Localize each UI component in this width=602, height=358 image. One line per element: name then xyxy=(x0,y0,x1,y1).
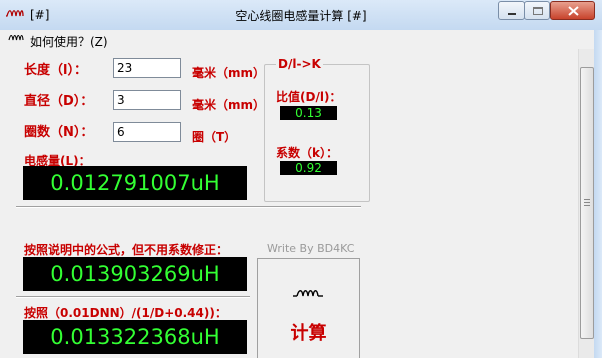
turns-input[interactable] xyxy=(113,122,181,142)
alt-display: 0.013322368uH xyxy=(23,320,247,354)
divider-top xyxy=(16,206,361,208)
divider-bottom xyxy=(16,296,250,298)
vertical-scrollbar[interactable] xyxy=(578,49,595,358)
thumb-grip-line xyxy=(584,205,590,206)
ratio-display: 0.13 xyxy=(280,106,337,120)
length-unit: 毫米（mm） xyxy=(192,66,266,80)
ratio-label: 比值(D/l)： xyxy=(276,90,342,104)
close-icon xyxy=(568,6,579,16)
title-bar[interactable]: [#] 空心线圈电感量计算 [#] xyxy=(0,0,602,31)
thumb-grip-line xyxy=(584,202,590,203)
scrollbar-thumb[interactable] xyxy=(580,67,594,339)
turns-unit: 圈（T） xyxy=(192,130,237,144)
ratio-group xyxy=(264,64,370,202)
diameter-label: 直径（D）： xyxy=(24,94,94,109)
diameter-input[interactable] xyxy=(113,90,181,110)
length-label: 长度（l）： xyxy=(24,63,87,78)
length-input[interactable] xyxy=(113,58,181,78)
maximize-icon xyxy=(533,7,543,15)
turns-label: 圈数（N）： xyxy=(24,125,94,140)
minimize-button[interactable] xyxy=(498,1,525,20)
coef-label: 系数（k）： xyxy=(276,146,338,160)
alt-label: 按照（0.01DNN）/(1/D+0.44))： xyxy=(24,306,227,320)
menu-bar: 如何使用？(Z) xyxy=(0,30,602,49)
credit-text: Write By BD4KC xyxy=(267,242,355,255)
formula-label: 按照说明中的公式，但不用系数修正： xyxy=(24,243,229,257)
main-panel: 长度（l）： 毫米（mm） 直径（D）： 毫米（mm） 圈数（N）： 圈（T） … xyxy=(8,49,578,358)
inductance-display: 0.012791007uH xyxy=(23,166,247,200)
ratio-group-title: D/l->K xyxy=(276,57,323,71)
coil-icon xyxy=(293,290,323,297)
coef-display: 0.92 xyxy=(280,161,337,175)
minimize-icon xyxy=(508,13,516,15)
menu-help[interactable]: 如何使用？(Z) xyxy=(30,33,108,50)
thumb-grip-line xyxy=(584,199,590,200)
calculate-button[interactable]: 计算 xyxy=(257,258,360,358)
window-frame-right xyxy=(594,30,602,358)
calculate-label: 计算 xyxy=(290,323,327,344)
diameter-unit: 毫米（mm） xyxy=(192,98,266,112)
close-button[interactable] xyxy=(550,1,595,20)
app-window: [#] 空心线圈电感量计算 [#] 如何使用？(Z) 长度（l）： 毫米（mm）… xyxy=(0,0,602,358)
maximize-button[interactable] xyxy=(524,1,550,20)
menu-app-icon xyxy=(8,34,24,41)
formula-display: 0.013903269uH xyxy=(23,257,247,291)
